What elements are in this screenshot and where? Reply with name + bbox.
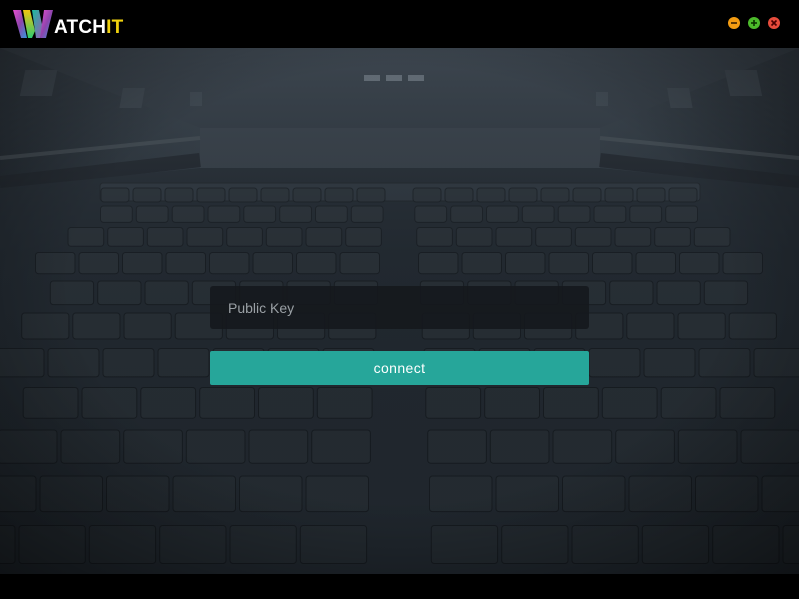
- close-button[interactable]: [768, 17, 780, 29]
- connect-form: connect: [210, 286, 589, 385]
- app-name-part1: ATCH: [54, 16, 107, 38]
- minus-icon: [731, 22, 737, 24]
- maximize-button[interactable]: [748, 17, 760, 29]
- app-logo: ATCHIT: [13, 8, 123, 40]
- bottom-bar: [0, 574, 799, 599]
- title-bar[interactable]: ATCHIT: [0, 0, 799, 48]
- connect-button[interactable]: connect: [210, 351, 589, 385]
- window-controls: [728, 17, 780, 29]
- public-key-input[interactable]: [210, 286, 589, 329]
- close-icon: [770, 19, 778, 27]
- app-name-part2: IT: [106, 16, 124, 38]
- w-logo-icon: [13, 10, 53, 38]
- plus-icon: [751, 20, 757, 26]
- app-window: ATCHIT Public Key connect: [0, 0, 799, 599]
- app-name: ATCHIT: [54, 18, 123, 37]
- minimize-button[interactable]: [728, 17, 740, 29]
